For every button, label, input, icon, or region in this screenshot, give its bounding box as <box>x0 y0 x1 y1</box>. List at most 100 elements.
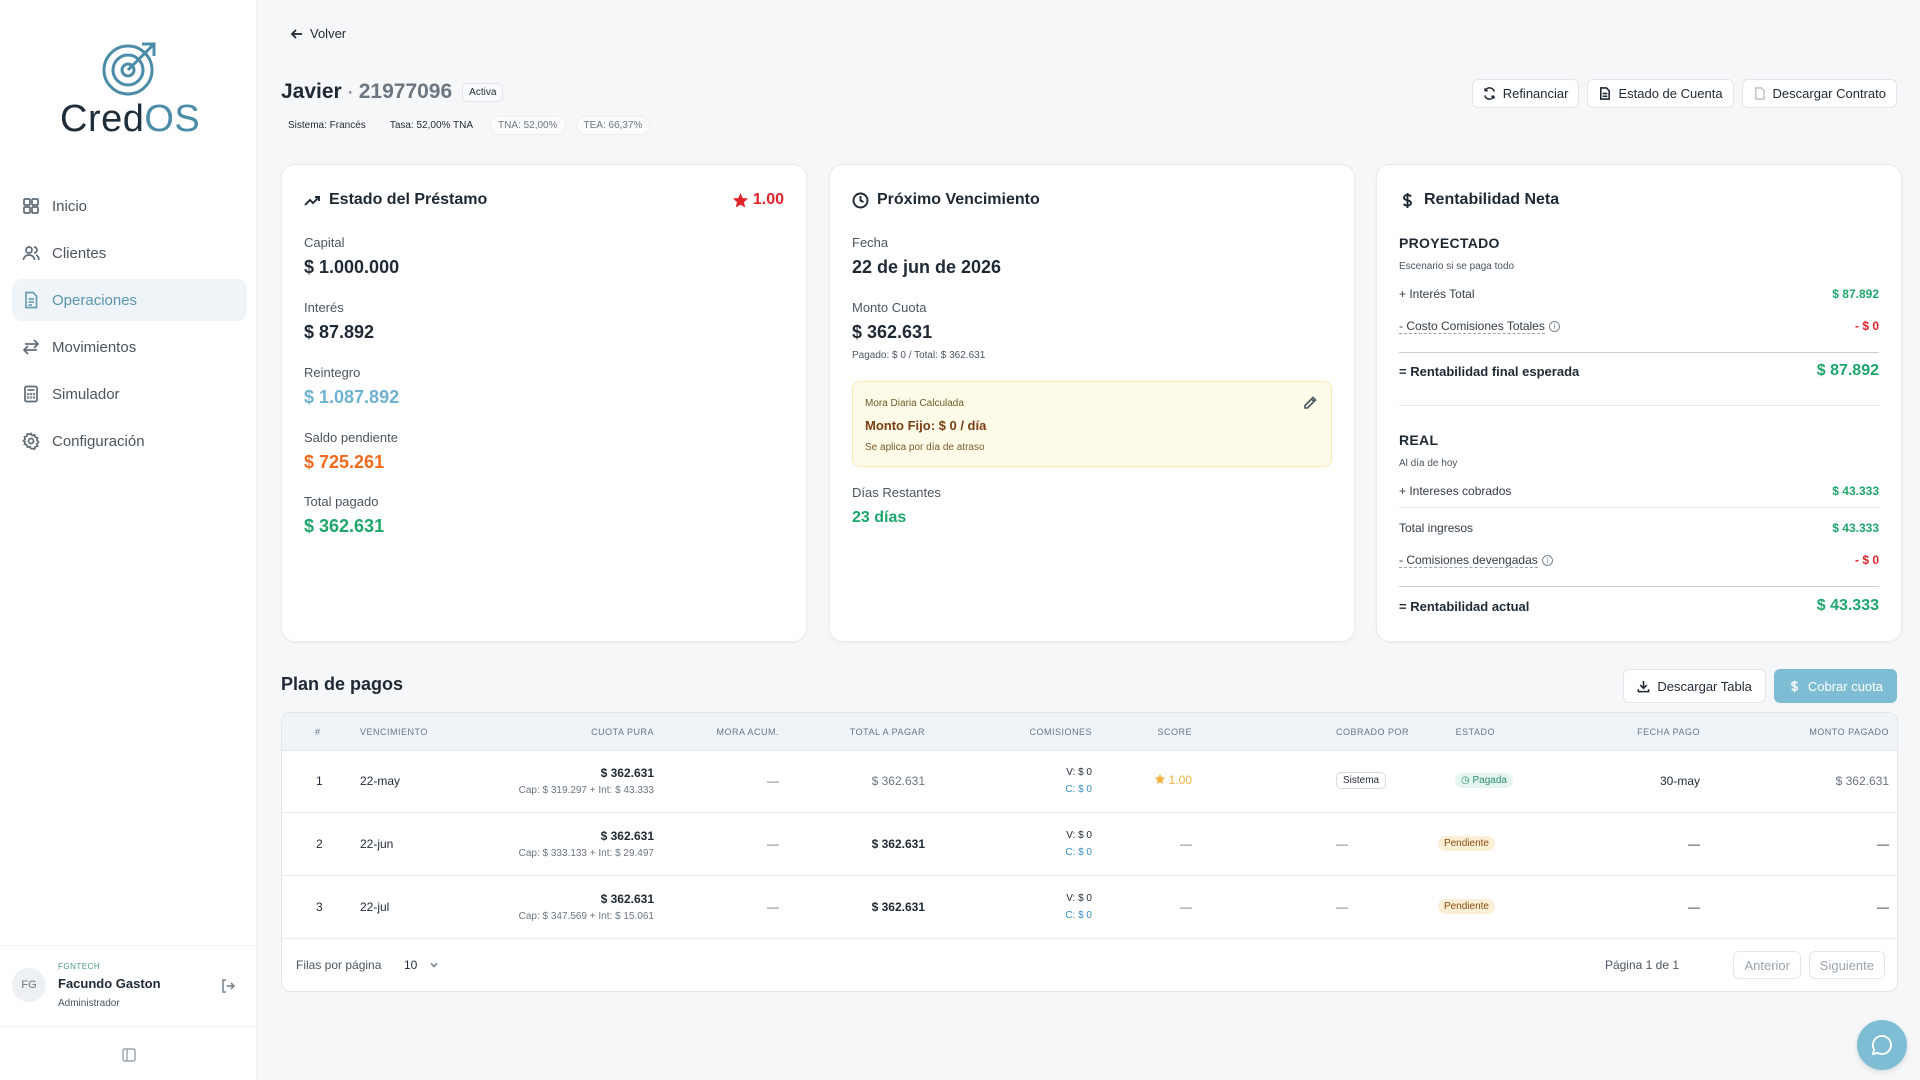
rentabilidad-final-row: = Rentabilidad final esperada $ 87.892 <box>1399 362 1879 379</box>
tea-chip: TEA: 66,37% <box>575 116 651 135</box>
comisiones-devengadas-label: - Comisiones devengadas <box>1399 553 1538 568</box>
sidebar-item-configuracion[interactable]: Configuración <box>12 420 247 462</box>
descargar-contrato-label: Descargar Contrato <box>1772 86 1886 101</box>
rows-per-page-select[interactable]: 10 <box>398 951 446 979</box>
proyectado-title: PROYECTADO <box>1399 235 1500 251</box>
page-indicator: Página 1 de 1 <box>1604 958 1679 972</box>
sidebar-item-label: Configuración <box>52 432 145 450</box>
row-fecha-pago: — <box>1688 837 1700 851</box>
mora-note: Se aplica por día de atraso <box>865 442 985 453</box>
row-comision-v: V: $ 0 <box>1066 893 1092 904</box>
descargar-tabla-button[interactable]: Descargar Tabla <box>1623 669 1766 703</box>
interes-value: $ 87.892 <box>304 322 375 342</box>
cobrar-cuota-button[interactable]: Cobrar cuota <box>1773 669 1897 703</box>
col-vencimiento[interactable]: VENCIMIENTO <box>360 727 428 737</box>
monto-cuota-label: Monto Cuota <box>852 300 927 315</box>
rows-per-page-label: Filas por página <box>296 958 382 972</box>
sidebar-item-movimientos[interactable]: Movimientos <box>12 326 247 368</box>
info-icon[interactable]: i <box>1548 321 1560 333</box>
descargar-tabla-label: Descargar Tabla <box>1657 678 1752 694</box>
calculator-icon <box>24 385 38 403</box>
row-score: — <box>1180 837 1192 851</box>
row-fecha-pago: 30-may <box>1659 774 1700 788</box>
sidebar-item-label: Movimientos <box>52 338 137 356</box>
row-total: $ 362.631 <box>871 774 925 788</box>
tna-chip: TNA: 52,00% <box>490 116 566 135</box>
table-row[interactable]: 2 22-jun $ 362.631 Cap: $ 333.133 + Int:… <box>282 814 1897 876</box>
real-sub: Al día de hoy <box>1399 458 1458 469</box>
info-icon[interactable]: i <box>1541 555 1553 567</box>
fecha-label: Fecha <box>852 235 889 250</box>
mora-diaria-box: Mora Diaria Calculada Monto Fijo: $ 0 / … <box>852 381 1332 467</box>
chat-button[interactable] <box>1857 1020 1907 1070</box>
col-mora[interactable]: MORA ACUM. <box>716 727 779 737</box>
arrow-left-icon <box>290 28 302 39</box>
row-cuota: $ 362.631 <box>600 829 654 843</box>
back-button[interactable]: Volver <box>290 26 346 41</box>
sidebar-item-inicio[interactable]: Inicio <box>12 185 247 227</box>
logout-icon[interactable] <box>220 978 236 994</box>
col-monto-pagado[interactable]: MONTO PAGADO <box>1809 727 1889 737</box>
pencil-icon[interactable] <box>1303 396 1317 410</box>
trending-up-icon <box>304 195 320 206</box>
avatar[interactable]: FG <box>12 968 46 1002</box>
estado-cuenta-button[interactable]: Estado de Cuenta <box>1587 79 1734 108</box>
row-score: — <box>1180 900 1192 914</box>
col-cobrado-por[interactable]: COBRADO POR <box>1336 727 1409 737</box>
prev-page-button[interactable]: Anterior <box>1733 951 1801 979</box>
col-cuota-pura[interactable]: CUOTA PURA <box>591 727 654 737</box>
rentabilidad-final-label: = Rentabilidad final esperada <box>1399 364 1580 379</box>
pagado-value: $ 362.631 <box>304 516 385 536</box>
total-ingresos-value: $ 43.333 <box>1832 521 1879 535</box>
comisiones-devengadas-value: - $ 0 <box>1854 553 1879 567</box>
target-arrow-icon <box>102 42 156 96</box>
brand-name: CredOS <box>60 98 200 141</box>
loan-meta: Sistema: Francés Tasa: 52,00% TNA TNA: 5… <box>281 116 660 135</box>
sidebar-item-simulador[interactable]: Simulador <box>12 373 247 415</box>
col-total[interactable]: TOTAL A PAGAR <box>850 727 925 737</box>
row-fecha-pago: — <box>1688 900 1700 914</box>
vencimiento-title: Próximo Vencimiento <box>852 191 1040 209</box>
plan-pagos-title: Plan de pagos <box>281 674 404 694</box>
row-score: 1.00 <box>1154 773 1192 787</box>
row-vencimiento: 22-may <box>360 774 401 788</box>
client-id: 21977096 <box>358 80 453 103</box>
refinanciar-button[interactable]: Refinanciar <box>1471 79 1580 108</box>
fecha-value: 22 de jun de 2026 <box>852 257 1002 277</box>
rentabilidad-title: Rentabilidad Neta <box>1399 191 1559 209</box>
row-cobrado-por: — <box>1336 837 1348 851</box>
row-mora: — <box>767 774 779 788</box>
refinanciar-label: Refinanciar <box>1502 86 1569 101</box>
proyectado-sub: Escenario si se paga todo <box>1399 261 1515 272</box>
col-comisiones[interactable]: COMISIONES <box>1029 727 1092 737</box>
interes-total-label: + Interés Total <box>1399 287 1475 301</box>
descargar-contrato-button[interactable]: Descargar Contrato <box>1741 79 1897 108</box>
clock-icon <box>852 192 869 208</box>
grid-icon <box>23 198 39 214</box>
mora-label: Mora Diaria Calculada <box>865 398 964 409</box>
row-total: $ 362.631 <box>871 900 925 914</box>
table-footer: Filas por página 10 Página 1 de 1 Anteri… <box>282 938 1897 991</box>
costo-comisiones-row: - Costo Comisiones Totales i - $ 0 <box>1399 319 1879 334</box>
sidebar-item-clientes[interactable]: Clientes <box>12 232 247 274</box>
title-separator: · <box>346 80 354 103</box>
col-estado[interactable]: ESTADO <box>1456 727 1495 737</box>
next-page-button[interactable]: Siguiente <box>1808 951 1885 979</box>
table-row[interactable]: 1 22-may $ 362.631 Cap: $ 319.297 + Int:… <box>282 751 1897 813</box>
back-label: Volver <box>310 26 347 41</box>
estado-prestamo-title: Estado del Préstamo <box>304 191 487 209</box>
col-score[interactable]: SCORE <box>1157 727 1192 737</box>
row-cuota: $ 362.631 <box>600 892 654 906</box>
user-role: Administrador <box>58 998 120 1009</box>
row-mora: — <box>767 900 779 914</box>
rentabilidad-title-text: Rentabilidad Neta <box>1424 191 1560 208</box>
table-row[interactable]: 3 22-jul $ 362.631 Cap: $ 347.569 + Int:… <box>282 877 1897 939</box>
pagado-label: Total pagado <box>304 494 379 509</box>
col-fecha-pago[interactable]: FECHA PAGO <box>1637 727 1700 737</box>
row-number: 3 <box>316 900 323 914</box>
sidebar-item-operaciones[interactable]: Operaciones <box>12 279 247 321</box>
sidebar-toggle-icon[interactable] <box>122 1048 136 1062</box>
status-badge: Pendiente <box>1437 836 1495 851</box>
monto-cuota-value: $ 362.631 <box>852 322 933 342</box>
brand-logo[interactable]: CredOS <box>60 40 200 140</box>
